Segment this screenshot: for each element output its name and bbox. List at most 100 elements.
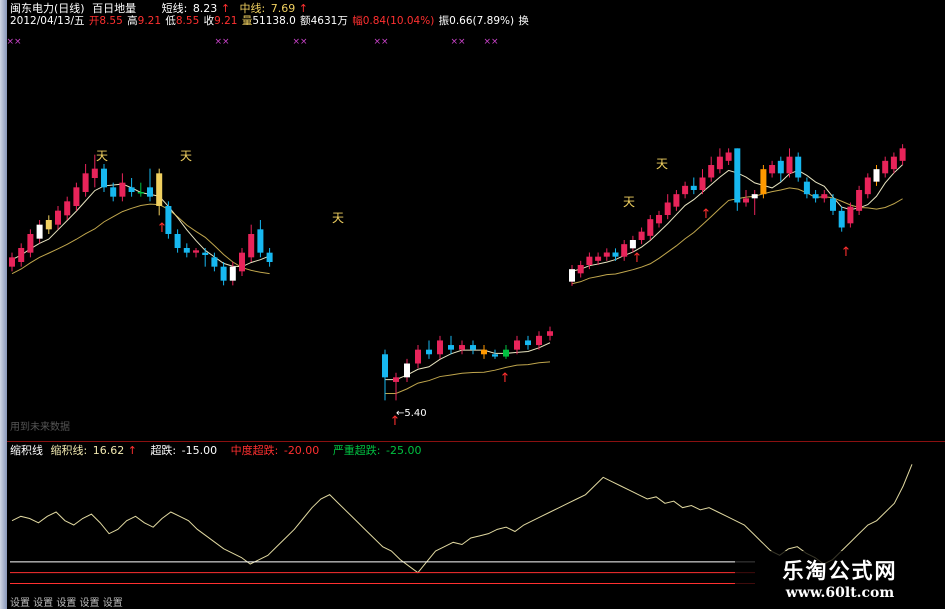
- candle-body: [239, 252, 245, 272]
- candle-body: [393, 377, 399, 382]
- sky-signal-marker: 天: [623, 195, 635, 209]
- sky-signal-marker: 天: [332, 211, 344, 225]
- candle-body: [769, 165, 776, 174]
- candle-body: [690, 185, 697, 190]
- watermark-title: 乐淘公式网: [782, 559, 898, 583]
- candle-body: [525, 340, 531, 346]
- candle-body: [82, 173, 89, 192]
- candle-body: [45, 220, 52, 230]
- cross-marker: ××: [292, 37, 307, 47]
- candle-body: [536, 335, 542, 346]
- candle-body: [830, 198, 836, 211]
- candle-body: [664, 202, 671, 215]
- candle-body: [716, 156, 723, 170]
- sky-signal-marker: 天: [180, 149, 192, 163]
- candle-body: [743, 198, 749, 203]
- cross-marker: ××: [450, 37, 465, 47]
- candle-body: [708, 165, 715, 178]
- candle-body: [257, 229, 264, 253]
- candle-body: [73, 187, 80, 206]
- candle-body: [621, 244, 628, 257]
- candle-body: [193, 250, 199, 253]
- cross-marker: ××: [214, 37, 229, 47]
- candle-body: [734, 148, 741, 203]
- signal-markers: ↑↑↑↑↑↑天 天天天天×× ×× ×× ×× ×× ××: [6, 37, 851, 429]
- candle-body: [586, 256, 593, 265]
- candle-body: [795, 156, 802, 178]
- candle-body: [514, 340, 520, 350]
- candle-body: [9, 257, 15, 267]
- candle-body: [266, 252, 273, 262]
- candle-body: [119, 182, 126, 197]
- candle-body: [656, 215, 662, 224]
- candle-body: [856, 190, 863, 211]
- up-arrow-marker: ↑: [841, 245, 852, 260]
- candle-body: [873, 169, 880, 182]
- candle-body: [202, 252, 209, 255]
- cross-marker: ××: [483, 37, 498, 47]
- candle-body: [864, 177, 871, 195]
- cross-marker: ××: [373, 37, 388, 47]
- candle-body: [899, 148, 906, 161]
- candle-body: [183, 248, 190, 253]
- candle-body: [415, 349, 421, 364]
- candle-body: [838, 210, 845, 228]
- candle-body: [682, 185, 689, 195]
- low-price-label: ←5.40: [396, 408, 427, 419]
- candle-body: [156, 173, 163, 206]
- candle-body: [812, 194, 819, 199]
- up-arrow-marker: ↑: [157, 221, 168, 236]
- candle-body: [882, 160, 889, 174]
- candle-body: [647, 219, 654, 236]
- future-data-label: 用到未来数据: [10, 420, 70, 433]
- candle-body: [603, 252, 610, 257]
- candle-body: [890, 156, 897, 170]
- candle-body: [638, 231, 645, 240]
- moving-average-lines: [11, 164, 903, 394]
- candle-body: [101, 168, 107, 188]
- candle-body: [437, 340, 443, 355]
- up-arrow-marker: ↑: [500, 371, 511, 386]
- candle-body: [751, 194, 758, 199]
- sky-signal-marker: 天: [656, 157, 668, 171]
- candle-body: [629, 240, 636, 249]
- candle-body: [847, 206, 854, 224]
- cross-marker: ××: [6, 37, 21, 47]
- candle-body: [91, 168, 98, 178]
- candle-body: [821, 194, 828, 199]
- candle-body: [220, 266, 227, 281]
- candle-body: [448, 345, 454, 350]
- candle-body: [803, 181, 810, 195]
- candle-body: [577, 265, 584, 274]
- price-chart[interactable]: ↑↑↑↑↑↑天 天天天天×× ×× ×× ×× ×× ×× ←5.40 用到未来数据: [0, 0, 945, 609]
- footer-bar: 设置 设置 设置 设置 设置: [10, 598, 123, 609]
- candle-body: [137, 192, 144, 194]
- watermark-url: www.60lt.com: [785, 585, 895, 601]
- watermark: 乐淘公式网 www.60lt.com: [735, 551, 945, 609]
- up-arrow-marker: ↑: [632, 251, 643, 266]
- candle-body: [110, 187, 117, 197]
- candle-body: [64, 201, 71, 216]
- candle-body: [503, 349, 509, 357]
- candle-body: [725, 152, 732, 161]
- candle-body: [612, 252, 619, 257]
- candle-body: [459, 345, 465, 350]
- candle-body: [547, 331, 553, 336]
- candle-body: [128, 187, 135, 192]
- candle-body: [36, 224, 43, 239]
- candle-body: [55, 210, 61, 225]
- candle-body: [786, 156, 793, 174]
- candle-body: [470, 345, 476, 350]
- candle-body: [404, 363, 410, 378]
- candle-body: [147, 187, 153, 197]
- candle-body: [760, 169, 767, 195]
- candle-body: [18, 248, 25, 262]
- candle-body: [248, 234, 255, 258]
- candle-body: [699, 177, 706, 190]
- sky-signal-marker: 天: [96, 149, 108, 163]
- candle-body: [174, 234, 181, 248]
- candle-body: [492, 354, 498, 357]
- candle-body: [569, 269, 575, 282]
- candle-body: [426, 349, 432, 355]
- candle-body: [777, 160, 784, 174]
